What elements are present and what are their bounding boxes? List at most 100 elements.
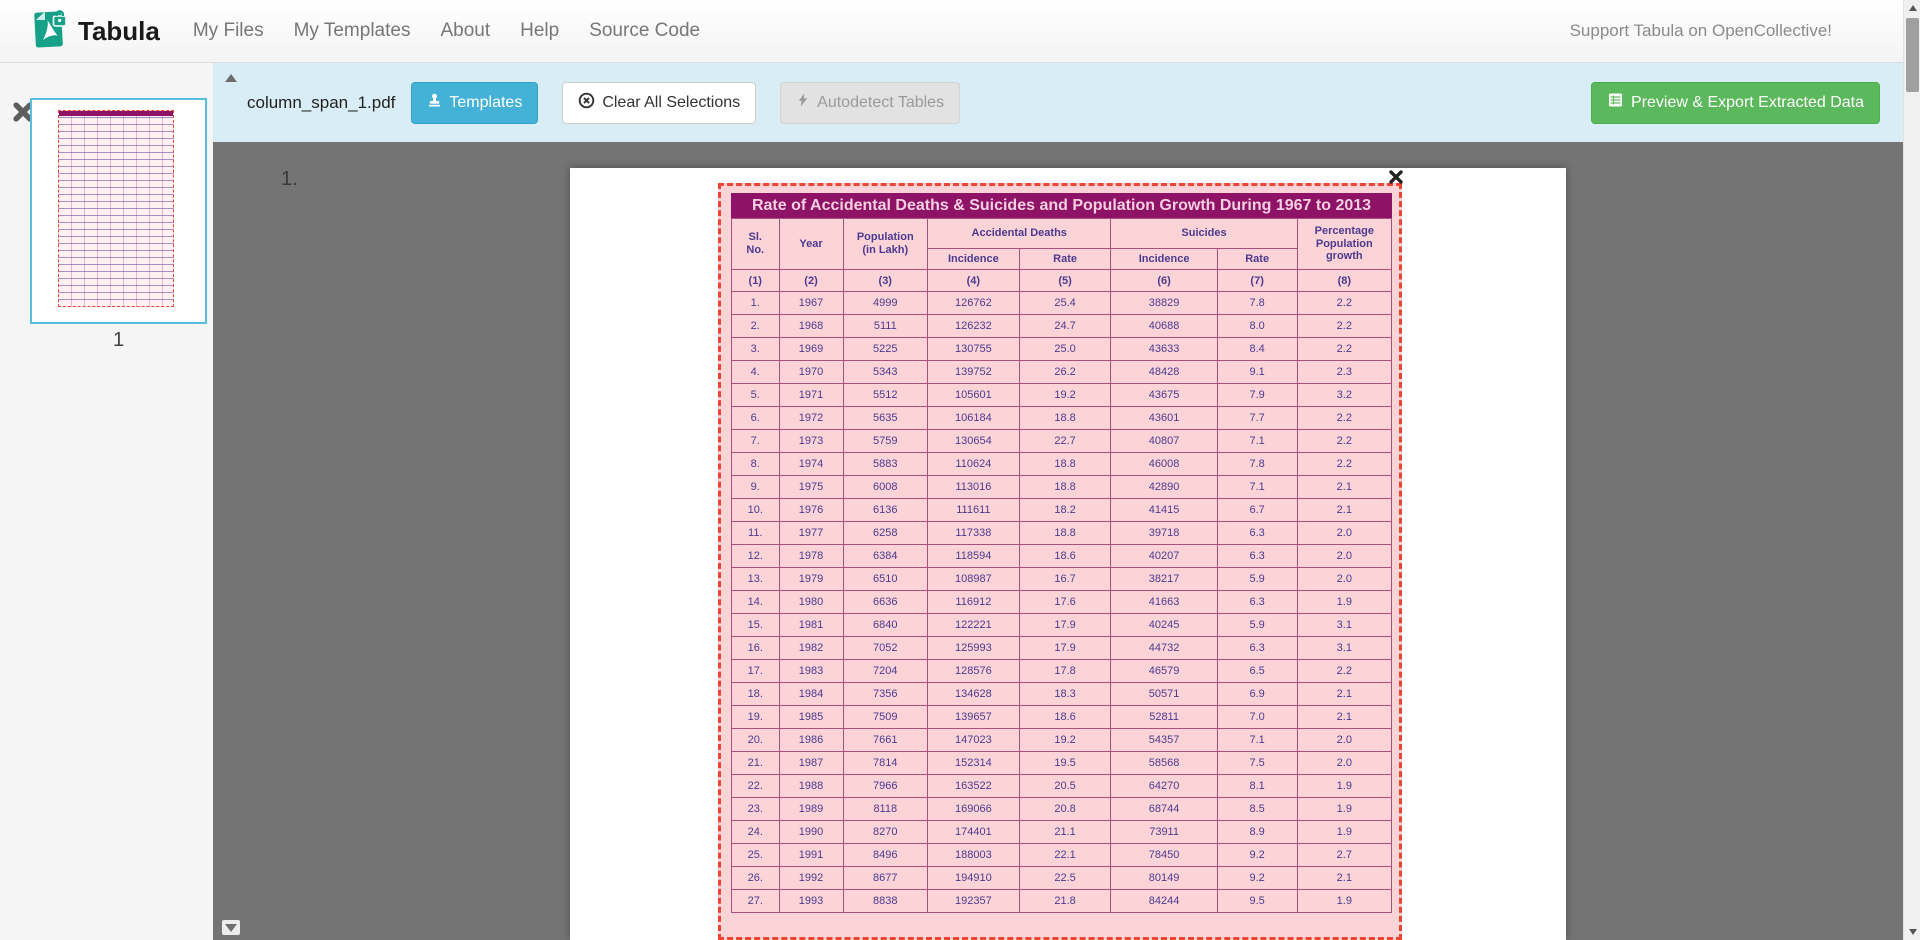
table-row: 18.1984735613462818.3505716.92.1 xyxy=(732,683,1392,706)
table-cell: 39718 xyxy=(1111,522,1217,545)
table-cell: 38217 xyxy=(1111,568,1217,591)
table-cell: 9.2 xyxy=(1217,844,1297,867)
table-cell: 18.8 xyxy=(1019,476,1111,499)
page-sidebar: 1 xyxy=(0,63,213,940)
autodetect-tables-button[interactable]: Autodetect Tables xyxy=(780,82,960,124)
index-cell: (7) xyxy=(1217,270,1297,292)
table-cell: 1992 xyxy=(779,867,843,890)
table-cell: 2.2 xyxy=(1297,453,1391,476)
clear-all-selections-button[interactable]: Clear All Selections xyxy=(562,82,756,124)
table-cell: 130755 xyxy=(928,338,1020,361)
brand[interactable]: Tabula xyxy=(32,8,160,55)
table-cell: 41415 xyxy=(1111,499,1217,522)
table-cell: 169066 xyxy=(928,798,1020,821)
nav-link-source-code[interactable]: Source Code xyxy=(574,20,715,42)
table-cell: 1.9 xyxy=(1297,775,1391,798)
table-cell: 116912 xyxy=(928,591,1020,614)
table-cell: 2.1 xyxy=(1297,706,1391,729)
table-cell: 125993 xyxy=(928,637,1020,660)
table-cell: 7814 xyxy=(843,752,927,775)
table-cell: 9.5 xyxy=(1217,890,1297,913)
table-cell: 8677 xyxy=(843,867,927,890)
table-cell: 1983 xyxy=(779,660,843,683)
preview-export-button[interactable]: Preview & Export Extracted Data xyxy=(1591,82,1880,124)
sidebar-scroll-up-icon[interactable] xyxy=(222,70,240,85)
table-cell: 1.9 xyxy=(1297,798,1391,821)
table-cell: 18.3 xyxy=(1019,683,1111,706)
table-row: 4.1970534313975226.2484289.12.3 xyxy=(732,361,1392,384)
nav-link-my-files[interactable]: My Files xyxy=(178,20,279,42)
table-cell: 5.9 xyxy=(1217,568,1297,591)
table-cell: 1984 xyxy=(779,683,843,706)
document-filename: column_span_1.pdf xyxy=(247,93,395,113)
table-cell: 38829 xyxy=(1111,292,1217,315)
table-cell: 3.1 xyxy=(1297,637,1391,660)
table-cell: 1972 xyxy=(779,407,843,430)
table-cell: 1. xyxy=(732,292,780,315)
table-cell: 18.8 xyxy=(1019,453,1111,476)
nav-link-help[interactable]: Help xyxy=(505,20,574,42)
table-cell: 8.1 xyxy=(1217,775,1297,798)
table-cell: 8.5 xyxy=(1217,798,1297,821)
table-cell: 5759 xyxy=(843,430,927,453)
sidebar-scroll-down-icon[interactable] xyxy=(222,920,240,935)
tabula-logo-icon xyxy=(32,8,68,55)
table-cell: 5512 xyxy=(843,384,927,407)
table-cell: 43633 xyxy=(1111,338,1217,361)
table-cell: 18.2 xyxy=(1019,499,1111,522)
delete-selection-icon[interactable] xyxy=(1388,169,1406,187)
table-cell: 152314 xyxy=(928,752,1020,775)
scrollbar-down-icon[interactable] xyxy=(1904,924,1920,940)
navbar: Tabula My FilesMy TemplatesAboutHelpSour… xyxy=(0,0,1920,63)
table-cell: 78450 xyxy=(1111,844,1217,867)
table-cell: 68744 xyxy=(1111,798,1217,821)
pdf-viewer: 1. Rate of Accidental Deaths & Suicides … xyxy=(213,142,1903,940)
table-cell: 7.0 xyxy=(1217,706,1297,729)
table-cell: 8.0 xyxy=(1217,315,1297,338)
table-cell: 7.8 xyxy=(1217,453,1297,476)
document-toolbar: column_span_1.pdf Templates Clear All Se… xyxy=(213,63,1903,142)
table-cell: 3. xyxy=(732,338,780,361)
col-header-suicides: Suicides xyxy=(1111,219,1297,249)
table-cell: 1977 xyxy=(779,522,843,545)
scrollbar-thumb[interactable] xyxy=(1906,18,1919,92)
table-row: 3.1969522513075525.0436338.42.2 xyxy=(732,338,1392,361)
table-cell: 7.1 xyxy=(1217,729,1297,752)
table-cell: 18.6 xyxy=(1019,545,1111,568)
table-cell: 25.4 xyxy=(1019,292,1111,315)
page-thumbnail[interactable] xyxy=(30,98,207,324)
table-cell: 163522 xyxy=(928,775,1020,798)
table-cell: 1993 xyxy=(779,890,843,913)
index-cell: (4) xyxy=(928,270,1020,292)
table-cell: 5343 xyxy=(843,361,927,384)
templates-button[interactable]: Templates xyxy=(411,82,538,124)
col-header-s-incidence: Incidence xyxy=(1111,249,1217,270)
table-cell: 2.3 xyxy=(1297,361,1391,384)
brand-title[interactable]: Tabula xyxy=(78,16,160,47)
scrollbar-up-icon[interactable] xyxy=(1904,0,1920,16)
nav-link-my-templates[interactable]: My Templates xyxy=(279,20,426,42)
table-cell: 8496 xyxy=(843,844,927,867)
table-cell: 80149 xyxy=(1111,867,1217,890)
table-selection-box[interactable]: Rate of Accidental Deaths & Suicides and… xyxy=(718,183,1402,940)
table-cell: 1985 xyxy=(779,706,843,729)
table-row: 15.1981684012222117.9402455.93.1 xyxy=(732,614,1392,637)
pdf-page-1[interactable]: Rate of Accidental Deaths & Suicides and… xyxy=(570,168,1566,940)
table-cell: 43675 xyxy=(1111,384,1217,407)
table-cell: 2.1 xyxy=(1297,683,1391,706)
table-cell: 1982 xyxy=(779,637,843,660)
table-cell: 192357 xyxy=(928,890,1020,913)
support-link[interactable]: Support Tabula on OpenCollective! xyxy=(1570,21,1832,41)
nav-link-about[interactable]: About xyxy=(425,20,505,42)
table-cell: 21.8 xyxy=(1019,890,1111,913)
index-cell: (3) xyxy=(843,270,927,292)
table-cell: 8838 xyxy=(843,890,927,913)
col-header-percentage-growth: Percentage Population growth xyxy=(1297,219,1391,270)
table-cell: 73911 xyxy=(1111,821,1217,844)
table-cell: 117338 xyxy=(928,522,1020,545)
table-row: 16.1982705212599317.9447326.33.1 xyxy=(732,637,1392,660)
table-cell: 2.0 xyxy=(1297,545,1391,568)
table-cell: 7. xyxy=(732,430,780,453)
table-cell: 25. xyxy=(732,844,780,867)
table-cell: 2.2 xyxy=(1297,430,1391,453)
